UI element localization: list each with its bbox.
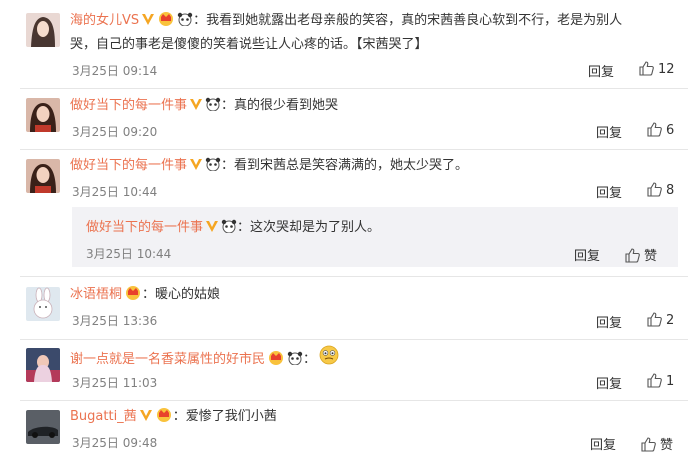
reply-button[interactable]: 回复 (596, 312, 622, 331)
username[interactable]: Bugatti_茜 (70, 409, 137, 424)
vip-v-icon (139, 408, 153, 430)
divider (20, 400, 688, 401)
reply-button[interactable]: 回复 (596, 122, 622, 141)
divider (20, 339, 688, 340)
panda-badge-icon (287, 351, 303, 373)
like-thumb-icon (639, 61, 654, 76)
timestamp: 3月25日 10:44 (86, 247, 172, 261)
like-thumb-icon (647, 312, 662, 327)
avatar[interactable] (26, 348, 60, 382)
username[interactable]: 做好当下的每一件事 (70, 158, 187, 173)
comment-text: 做好当下的每一件事 ：看到宋茜总是笑容满满的，她太少哭了。 (70, 155, 684, 179)
like-thumb-icon (647, 122, 662, 137)
timestamp: 3月25日 11:03 (72, 376, 158, 390)
like-button[interactable]: 1 (647, 373, 674, 389)
sub-reply-box: 做好当下的每一件事 ：这次哭却是为了别人。 3月25日 10:44 回复 赞 (72, 207, 678, 267)
username[interactable]: 冰语梧桐 (70, 287, 122, 302)
like-button[interactable]: 12 (639, 61, 675, 77)
comment-body: ：真的很少看到她哭 (221, 98, 339, 113)
comment-body: ：这次哭却是为了别人。 (237, 220, 381, 235)
panda-badge-icon (221, 219, 237, 241)
comment-body: ： (303, 352, 317, 367)
comment-body: ：看到宋茜总是笑容满满的，她太少哭了。 (221, 158, 469, 173)
like-count: 2 (666, 313, 675, 328)
comment-body: ：爱惨了我们小茜 (172, 409, 277, 424)
vip-v-icon (205, 219, 219, 241)
like-button[interactable]: 赞 (641, 434, 673, 453)
divider (20, 88, 688, 89)
reply-button[interactable]: 回复 (574, 245, 600, 264)
panda-badge-icon (177, 12, 193, 34)
like-thumb-icon (647, 373, 662, 388)
like-label: 赞 (660, 438, 674, 453)
comment-text-continued: 哭，自己的事老是傻傻的笑着说些让人心疼的话。【宋茜哭了】 (70, 37, 428, 52)
panda-badge-icon (205, 97, 221, 119)
timestamp: 3月25日 09:20 (72, 125, 158, 139)
comment-text: 谢一点就是一名香菜属性的好市民 ： (70, 345, 684, 373)
like-label: 赞 (644, 249, 658, 264)
reply-button[interactable]: 回复 (596, 182, 622, 201)
vip-v-icon (189, 97, 203, 119)
avatar[interactable] (26, 410, 60, 444)
comment-text: 冰语梧桐 ：暖心的姑娘 (70, 284, 684, 308)
avatar[interactable] (26, 159, 60, 193)
like-button[interactable]: 6 (647, 122, 674, 138)
timestamp: 3月25日 09:48 (72, 436, 158, 450)
timestamp: 3月25日 09:14 (72, 64, 158, 78)
like-thumb-icon (641, 437, 656, 452)
like-button[interactable]: 赞 (625, 245, 657, 264)
like-count: 6 (666, 123, 675, 138)
reply-button[interactable]: 回复 (588, 61, 614, 80)
like-thumb-icon (647, 182, 662, 197)
avatar[interactable] (26, 13, 60, 47)
like-button[interactable]: 8 (647, 182, 674, 198)
timestamp: 3月25日 10:44 (72, 185, 158, 199)
comment-body: ：暖心的姑娘 (142, 287, 221, 302)
like-count: 12 (658, 62, 675, 77)
like-count: 1 (666, 374, 675, 389)
divider (20, 276, 688, 277)
timestamp: 3月25日 13:36 (72, 314, 158, 328)
comment-list: 海的女儿VS ：我看到她就露出老母亲般的笑容，真的宋茜善良心软到不行，老是为别人 … (0, 0, 700, 462)
username[interactable]: 做好当下的每一件事 (86, 220, 203, 235)
like-thumb-icon (625, 248, 640, 263)
sub-reply-text: 做好当下的每一件事 ：这次哭却是为了别人。 (86, 217, 668, 241)
like-count: 8 (666, 183, 675, 198)
comment-body: ：我看到她就露出老母亲般的笑容，真的宋茜善良心软到不行，老是为别人 (193, 13, 623, 28)
panda-badge-icon (205, 157, 221, 179)
username[interactable]: 海的女儿VS (70, 13, 139, 28)
emoji-face-icon (318, 345, 340, 373)
divider (20, 149, 688, 150)
vip-v-icon (189, 157, 203, 179)
comment-text: 做好当下的每一件事 ：真的很少看到她哭 (70, 95, 684, 119)
username[interactable]: 谢一点就是一名香菜属性的好市民 (70, 352, 265, 367)
like-button[interactable]: 2 (647, 312, 674, 328)
reply-button[interactable]: 回复 (596, 373, 622, 392)
reply-button[interactable]: 回复 (590, 434, 616, 453)
crown-badge-icon (157, 11, 175, 34)
username[interactable]: 做好当下的每一件事 (70, 98, 187, 113)
crown-badge-icon (155, 407, 173, 430)
comment-text: 海的女儿VS ：我看到她就露出老母亲般的笑容，真的宋茜善良心软到不行，老是为别人 (70, 10, 684, 34)
vip-v-icon (141, 12, 155, 34)
avatar[interactable] (26, 98, 60, 132)
crown-badge-icon (124, 285, 142, 308)
crown-badge-icon (267, 350, 285, 373)
avatar[interactable] (26, 287, 60, 321)
comment-text: Bugatti_茜 ：爱惨了我们小茜 (70, 406, 684, 430)
